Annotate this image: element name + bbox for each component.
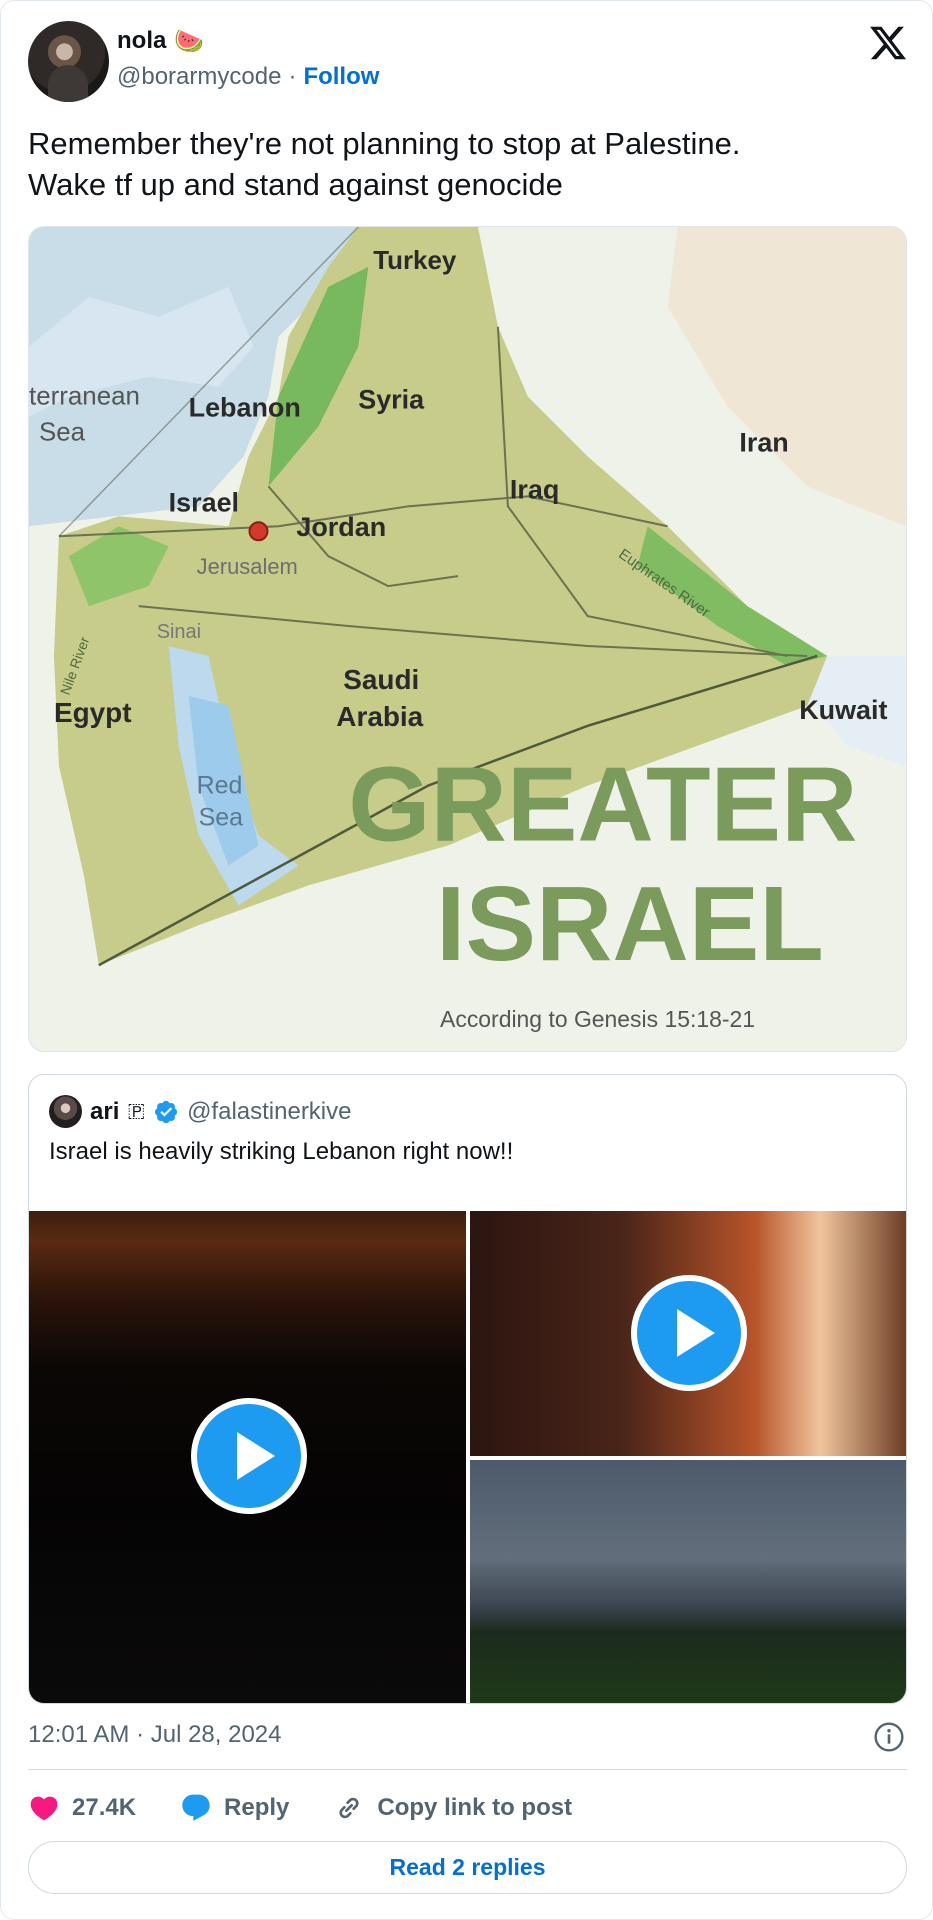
quoted-tweet-header: ari 🇵 @falastinerkive: [49, 1095, 352, 1128]
video-thumbnail-2[interactable]: [470, 1211, 906, 1456]
image-thumbnail-3[interactable]: [470, 1460, 906, 1703]
quoted-tweet[interactable]: ari 🇵 @falastinerkive Israel is heavily …: [28, 1074, 907, 1704]
map-title-israel: ISRAEL: [436, 865, 824, 983]
map-label-sinai: Sinai: [157, 621, 201, 643]
divider: [28, 1769, 907, 1770]
link-icon: [339, 1797, 360, 1819]
map-label-saudi-line2: Arabia: [336, 701, 423, 732]
map-label-egypt: Egypt: [54, 697, 132, 728]
map-label-lebanon: Lebanon: [189, 393, 301, 423]
map-label-kuwait: Kuwait: [799, 695, 887, 725]
author-avatar[interactable]: [28, 21, 109, 102]
map-title-greater: GREATER: [348, 746, 857, 864]
map-label-iraq: Iraq: [510, 474, 559, 504]
like-button[interactable]: 27.4K: [28, 1792, 136, 1824]
embedded-tweet-card: nola 🍉 @borarmycode · Follow Remember th…: [0, 0, 933, 1920]
like-count: 27.4K: [72, 1794, 137, 1821]
read-replies-button[interactable]: Read 2 replies: [28, 1841, 907, 1894]
map-label-jordan: Jordan: [296, 512, 386, 542]
quoted-tweet-text: Israel is heavily striking Lebanon right…: [49, 1138, 514, 1165]
video-thumbnail-1[interactable]: [29, 1211, 466, 1703]
reply-label: Reply: [224, 1794, 290, 1821]
map-label-jerusalem: Jerusalem: [197, 554, 298, 579]
play-button[interactable]: [191, 1398, 307, 1514]
map-label-israel: Israel: [169, 487, 239, 517]
copy-link-label: Copy link to post: [377, 1794, 573, 1821]
info-icon[interactable]: [873, 1721, 905, 1753]
author-handle[interactable]: @borarmycode: [117, 63, 281, 91]
greater-israel-map-image[interactable]: Turkey terranean Sea Lebanon Syria Iran …: [28, 226, 907, 1052]
map-label-sea-line1: terranean: [29, 383, 140, 411]
quoted-author-name[interactable]: ari: [90, 1098, 119, 1126]
play-button[interactable]: [631, 1275, 747, 1391]
author-name-row: nola 🍉: [117, 27, 204, 55]
quoted-author-avatar[interactable]: [49, 1095, 82, 1128]
quoted-author-flag: 🇵: [127, 1100, 146, 1122]
copy-link-button[interactable]: Copy link to post: [333, 1792, 572, 1824]
map-label-iran: Iran: [739, 427, 788, 457]
map-label-red-line1: Red: [197, 772, 243, 800]
tweet-header: nola 🍉 @borarmycode · Follow: [28, 21, 908, 103]
watermelon-emoji: 🍉: [174, 27, 205, 55]
reply-bubble-icon: [182, 1794, 210, 1821]
map-label-sea-line2: Sea: [39, 418, 86, 446]
map-label-turkey: Turkey: [373, 247, 457, 275]
map-label-syria: Syria: [358, 385, 425, 415]
heart-icon: [30, 1796, 58, 1821]
map-illustration: Turkey terranean Sea Lebanon Syria Iran …: [29, 227, 906, 1051]
x-logo-icon[interactable]: [868, 23, 908, 63]
map-label-red-line2: Sea: [199, 804, 244, 832]
follow-link[interactable]: Follow: [303, 63, 379, 91]
map-label-saudi-line1: Saudi: [343, 664, 419, 695]
quoted-author-handle[interactable]: @falastinerkive: [187, 1098, 351, 1126]
tweet-actions: 27.4K Reply Copy link to post: [28, 1788, 616, 1828]
author-name[interactable]: nola: [117, 27, 166, 55]
tweet-text-line-2: Wake tf up and stand against genocide: [28, 167, 563, 202]
verified-badge-icon: [154, 1100, 178, 1123]
author-handle-row: @borarmycode · Follow: [117, 63, 379, 91]
tweet-text: Remember they're not planning to stop at…: [28, 123, 908, 205]
tweet-timestamp[interactable]: 12:01 AM · Jul 28, 2024: [28, 1721, 282, 1749]
tweet-text-line-1: Remember they're not planning to stop at…: [28, 126, 741, 161]
reply-button[interactable]: Reply: [180, 1792, 289, 1824]
quoted-media-grid: [29, 1211, 906, 1703]
map-caption: According to Genesis 15:18-21: [440, 1006, 755, 1032]
separator-dot: ·: [288, 63, 297, 90]
